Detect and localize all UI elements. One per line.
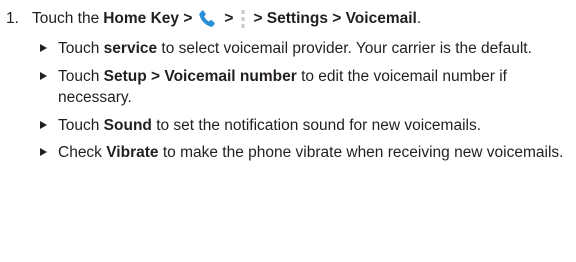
- sub-steps-list: Touch service to select voicemail provid…: [36, 38, 564, 170]
- path-separator: >: [224, 10, 234, 27]
- bullet-text: Touch: [58, 67, 104, 85]
- bullet-text: Touch: [58, 40, 104, 57]
- step-period: .: [416, 10, 422, 27]
- step-1: 1. Touch the Home Key > > > Settings > V…: [6, 6, 568, 32]
- bullet-triangle-icon: [40, 120, 47, 129]
- list-item: Touch service to select voicemail provid…: [36, 38, 564, 60]
- path-settings-voicemail: > Settings > Voicemail: [253, 10, 417, 27]
- step-number: 1.: [6, 10, 19, 27]
- bullet-triangle-icon: [40, 148, 47, 156]
- list-item: Check Vibrate to make the phone vibrate …: [36, 142, 564, 164]
- step-prefix: Touch the: [32, 10, 100, 27]
- bullet-text: Check: [58, 144, 107, 161]
- phone-icon: [196, 8, 218, 30]
- menu-icon: [239, 8, 247, 30]
- bullet-triangle-icon: [40, 71, 47, 80]
- step-1-line: 1. Touch the Home Key > > > Settings > V…: [6, 6, 568, 32]
- bullet-text: to select voicemail provider. Your carri…: [157, 40, 532, 57]
- bullet-bold-text: Vibrate: [106, 144, 159, 161]
- bullet-bold-text: Setup > Voicemail number: [103, 67, 297, 85]
- home-key-label: Home Key >: [103, 10, 193, 27]
- list-item: Touch Sound to set the notification soun…: [36, 115, 564, 137]
- bullet-bold-text: service: [103, 40, 158, 57]
- bullet-triangle-icon: [40, 44, 47, 52]
- bullet-text: to set the notification sound for new vo…: [151, 116, 482, 134]
- bullet-text: Touch: [58, 116, 104, 134]
- list-item: Touch Setup > Voicemail number to edit t…: [36, 66, 564, 109]
- bullet-text: to make the phone vibrate when receiving…: [158, 144, 564, 161]
- bullet-bold-text: Sound: [103, 116, 152, 134]
